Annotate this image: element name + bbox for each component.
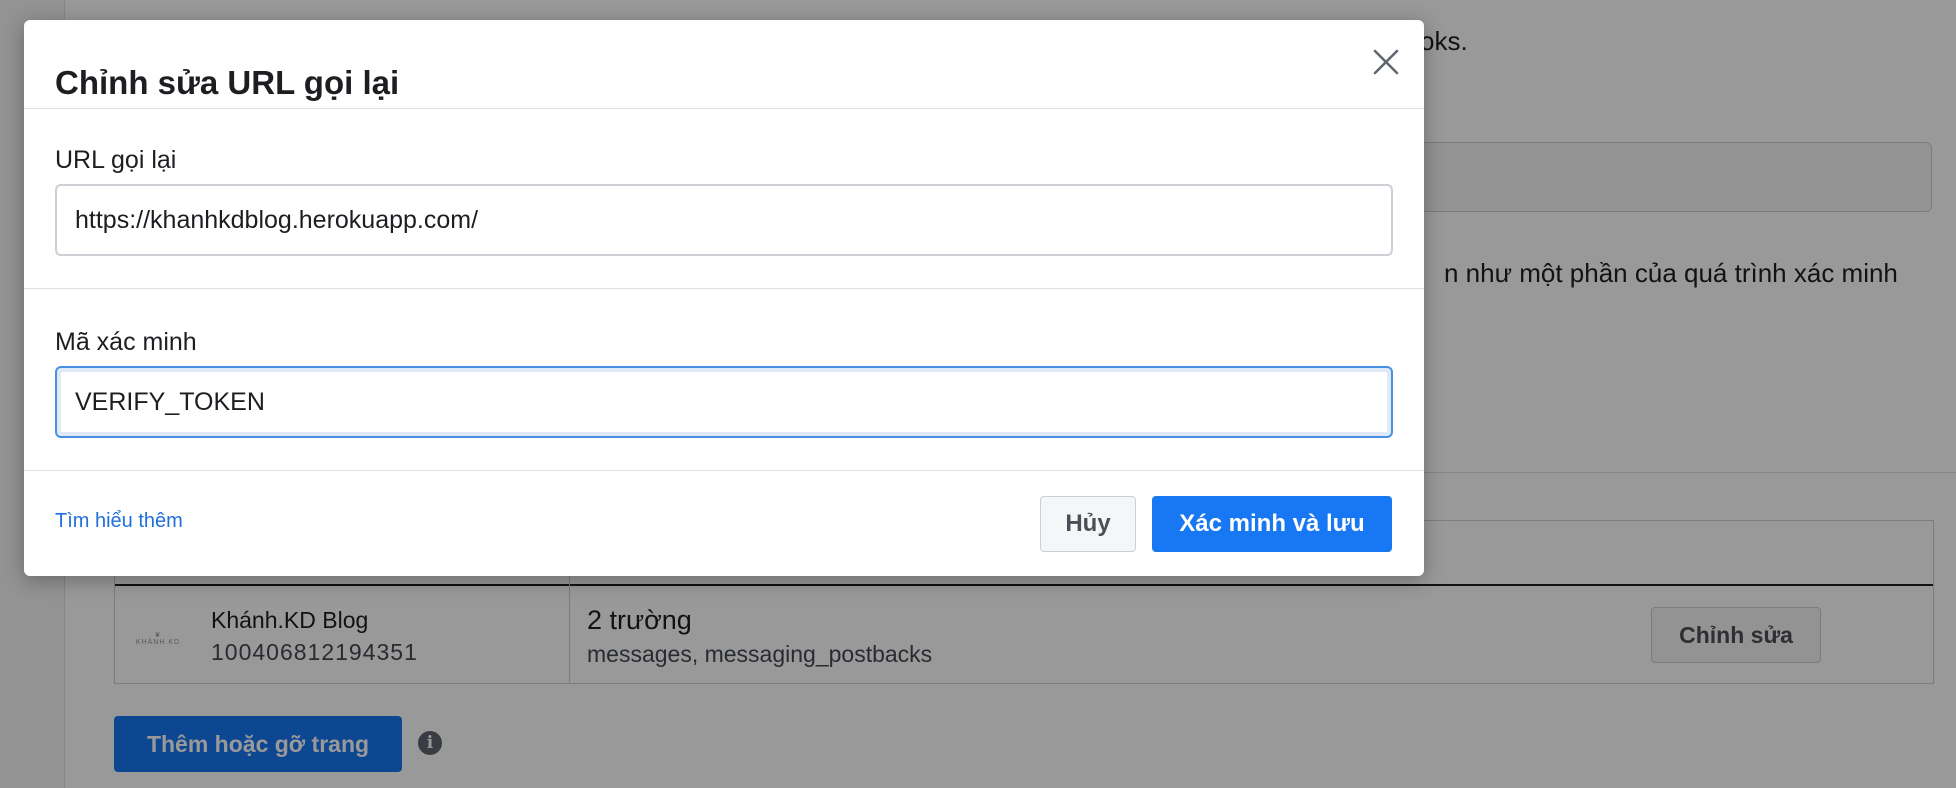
- close-button[interactable]: [1368, 44, 1404, 80]
- edit-callback-url-dialog: Chỉnh sửa URL gọi lại URL gọi lại Mã xác…: [24, 20, 1424, 576]
- verify-token-input[interactable]: [55, 366, 1393, 438]
- app-page: oks. n như một phần của quá trình xác mi…: [0, 0, 1956, 788]
- verify-and-save-button[interactable]: Xác minh và lưu: [1152, 496, 1392, 552]
- learn-more-link[interactable]: Tìm hiểu thêm: [55, 510, 183, 533]
- footer-divider: [24, 470, 1424, 471]
- callback-url-input[interactable]: [55, 184, 1393, 256]
- section-divider: [24, 288, 1424, 289]
- dialog-title: Chỉnh sửa URL gọi lại: [55, 64, 400, 101]
- callback-url-label: URL gọi lại: [55, 146, 177, 174]
- header-divider: [24, 108, 1424, 109]
- cancel-button[interactable]: Hủy: [1040, 496, 1136, 552]
- verify-token-label: Mã xác minh: [55, 328, 197, 356]
- close-icon: [1373, 49, 1399, 75]
